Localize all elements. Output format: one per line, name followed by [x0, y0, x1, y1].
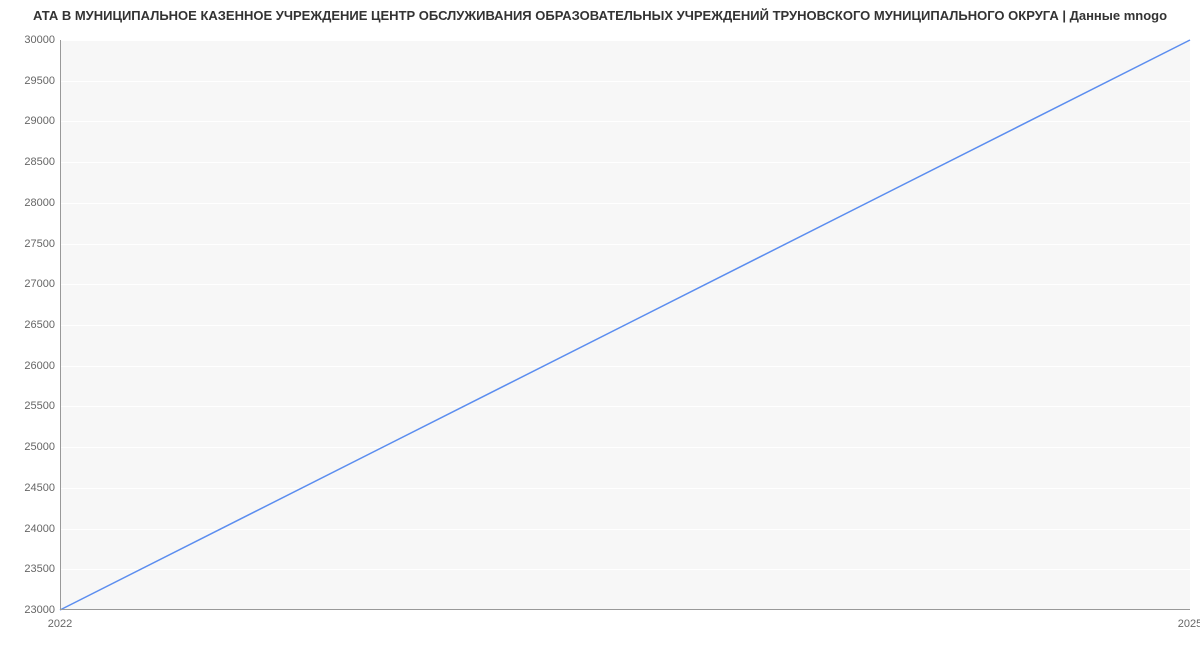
chart-container: 23000 23500 24000 24500 25000 25500 26000 26500… [0, 30, 1200, 640]
y-tick-label: 29500 [5, 75, 55, 87]
y-tick-label: 26500 [5, 319, 55, 331]
y-tick-label: 25000 [5, 441, 55, 453]
grid-line [60, 610, 1190, 611]
y-tick-label: 28000 [5, 197, 55, 209]
y-axis [60, 40, 61, 610]
y-tick-label: 24000 [5, 523, 55, 535]
chart-title: АТА В МУНИЦИПАЛЬНОЕ КАЗЕННОЕ УЧРЕЖДЕНИЕ … [0, 0, 1200, 27]
y-tick-label: 23500 [5, 563, 55, 575]
y-tick-label: 23000 [5, 604, 55, 616]
y-tick-label: 27000 [5, 278, 55, 290]
y-tick-label: 29000 [5, 115, 55, 127]
x-axis [60, 609, 1190, 610]
y-tick-label: 28500 [5, 156, 55, 168]
x-tick-label: 2022 [48, 618, 72, 630]
y-tick-label: 30000 [5, 34, 55, 46]
y-tick-label: 25500 [5, 400, 55, 412]
y-tick-label: 24500 [5, 482, 55, 494]
x-tick-label: 2025 [1178, 618, 1200, 630]
y-tick-label: 26000 [5, 360, 55, 372]
y-tick-label: 27500 [5, 238, 55, 250]
plot-area [60, 40, 1190, 610]
line-series [60, 40, 1190, 610]
